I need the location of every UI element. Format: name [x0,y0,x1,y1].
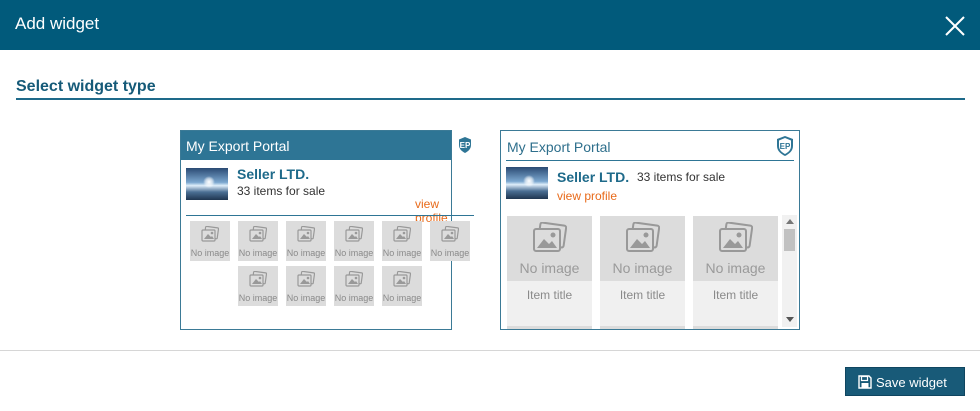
no-image-label: No image [612,260,673,276]
item-tile-partial [507,326,592,329]
item-tile[interactable]: No image [430,221,470,261]
no-image-label: No image [705,260,766,276]
scroll-down-arrow-icon[interactable] [786,317,794,322]
dialog-title: Add widget [15,14,100,33]
section-divider [16,98,965,100]
item-tile-partial [693,326,778,329]
no-image-label: No image [190,248,230,258]
no-image-label: No image [238,293,278,303]
no-image-label: No image [286,293,326,303]
item-tile-partial [600,326,685,329]
no-image-label: No image [238,248,278,258]
image-placeholder-icon [249,271,267,287]
widget-option-list[interactable]: My Export Portal EP Seller LTD. 33 items… [500,130,800,330]
item-title: Item title [712,288,759,302]
scrollbar[interactable] [782,215,797,327]
widget-header: My Export Portal EP [181,131,473,160]
item-tile[interactable]: No image Item title [693,216,778,328]
view-profile-link[interactable]: view profile [557,189,617,203]
item-tile[interactable]: No image Item title [507,216,592,328]
export-portal-logo-icon: EP [777,136,793,156]
widget-divider [186,215,474,216]
item-tile[interactable]: No image [334,221,374,261]
save-widget-label: Save widget [876,375,947,390]
widget-brand: My Export Portal [186,138,290,154]
dialog-header: Add widget [0,0,980,50]
image-placeholder-icon [626,222,660,252]
widget-brand: My Export Portal [507,139,611,155]
no-image-label: No image [382,248,422,258]
export-portal-logo-icon: EP [457,135,473,155]
item-tile[interactable]: No image [238,221,278,261]
image-placeholder-icon [719,222,753,252]
items-count: 33 items for sale [237,184,326,198]
item-title: Item title [619,288,666,302]
image-placeholder-icon [249,226,267,242]
image-placeholder-icon [393,226,411,242]
item-tile[interactable]: No image [286,266,326,306]
item-tile[interactable]: No image [238,266,278,306]
item-title: Item title [526,288,573,302]
section-title: Select widget type [16,78,156,95]
item-tile[interactable]: No image [382,266,422,306]
floppy-disk-icon [858,375,872,389]
seller-name[interactable]: Seller LTD. [557,169,629,185]
item-tile[interactable]: No image Item title [600,216,685,328]
footer-divider [0,350,980,351]
image-placeholder-icon [441,226,459,242]
image-placeholder-icon [297,271,315,287]
seller-name[interactable]: Seller LTD. [237,166,309,182]
image-placeholder-icon [345,271,363,287]
scrollbar-thumb[interactable] [784,229,795,251]
image-placeholder-icon [297,226,315,242]
no-image-label: No image [334,248,374,258]
svg-text:EP: EP [460,141,471,150]
items-count: 33 items for sale [637,170,726,184]
no-image-label: No image [382,293,422,303]
save-widget-button[interactable]: Save widget [845,367,965,396]
image-placeholder-icon [201,226,219,242]
close-icon[interactable] [943,14,967,38]
scroll-up-arrow-icon[interactable] [786,219,794,224]
no-image-label: No image [430,248,470,258]
svg-text:EP: EP [780,142,791,151]
item-tile[interactable]: No image [334,266,374,306]
seller-photo [186,168,228,200]
seller-photo [506,167,548,199]
image-placeholder-icon [393,271,411,287]
widget-option-grid[interactable]: My Export Portal EP Seller LTD. 33 items… [180,130,474,330]
image-placeholder-icon [533,222,567,252]
no-image-label: No image [519,260,580,276]
widget-divider [506,160,794,161]
no-image-label: No image [286,248,326,258]
item-tile[interactable]: No image [382,221,422,261]
item-tile[interactable]: No image [190,221,230,261]
item-tile[interactable]: No image [286,221,326,261]
image-placeholder-icon [345,226,363,242]
no-image-label: No image [334,293,374,303]
